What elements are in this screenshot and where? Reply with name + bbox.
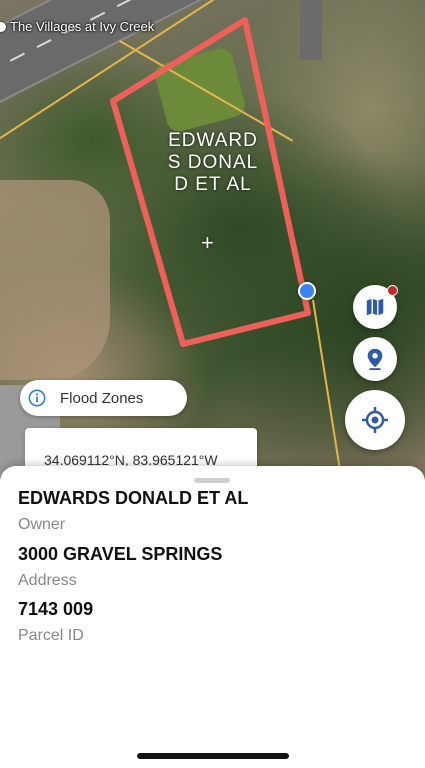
drop-pin-button[interactable] bbox=[353, 337, 397, 381]
sheet-drag-handle[interactable] bbox=[194, 478, 230, 483]
map-icon bbox=[366, 298, 384, 316]
location-pin-icon bbox=[367, 348, 383, 370]
address-value: 3000 GRAVEL SPRINGS bbox=[18, 544, 223, 564]
my-location-button[interactable] bbox=[345, 390, 405, 450]
satellite-map[interactable]: The Villages at Ivy Creek EDWARDS DONALD… bbox=[0, 0, 425, 480]
parcel-id-value: 7143 009 bbox=[18, 599, 94, 619]
current-location-dot bbox=[298, 282, 316, 300]
flood-zones-label: Flood Zones bbox=[60, 389, 144, 407]
address-label: Address bbox=[18, 572, 77, 589]
parcel-owner-label: EDWARDS DONALD ET AL bbox=[167, 130, 259, 195]
parcel-id-label: Parcel ID bbox=[18, 627, 84, 644]
notification-badge bbox=[387, 285, 398, 296]
owner-field: EDWARDS DONALD ET AL Owner bbox=[18, 488, 248, 534]
home-indicator[interactable] bbox=[137, 753, 289, 759]
owner-value: EDWARDS DONALD ET AL bbox=[18, 488, 249, 508]
flood-zones-toggle[interactable]: Flood Zones bbox=[20, 380, 187, 416]
parcel-id-field: 7143 009 Parcel ID bbox=[18, 599, 93, 645]
parcel-details-sheet[interactable]: EDWARDS DONALD ET AL Owner 3000 GRAVEL S… bbox=[0, 466, 425, 768]
address-field: 3000 GRAVEL SPRINGS Address bbox=[18, 544, 222, 590]
owner-label: Owner bbox=[18, 516, 66, 533]
my-location-icon bbox=[362, 407, 388, 433]
info-icon bbox=[28, 389, 46, 407]
crosshair-icon: + bbox=[201, 230, 214, 255]
place-label: The Villages at Ivy Creek bbox=[0, 19, 154, 41]
